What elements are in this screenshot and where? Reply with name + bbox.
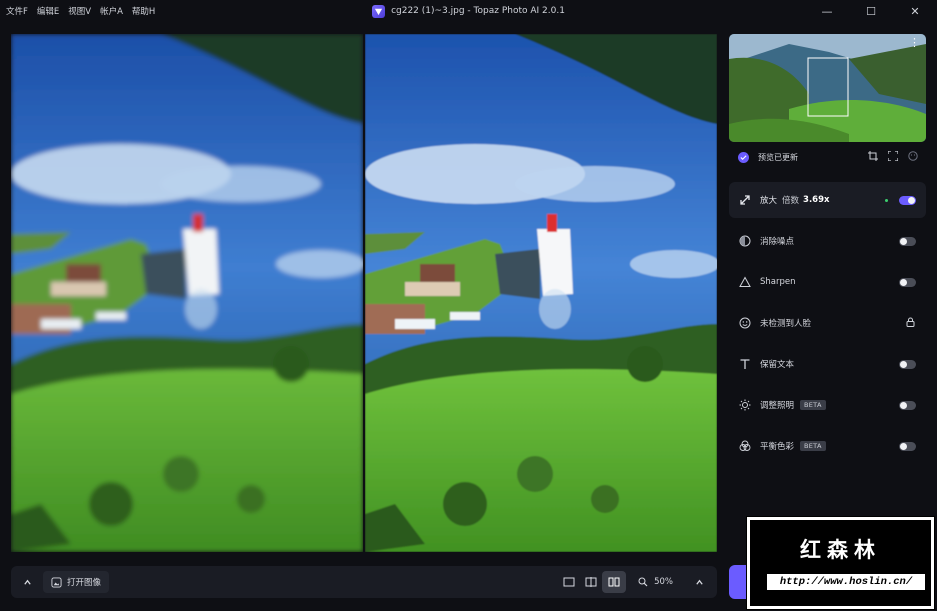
status-dot <box>885 198 888 202</box>
preview-image-pane[interactable] <box>365 34 717 552</box>
sharpen-toggle[interactable] <box>899 277 916 287</box>
upscale-label: 放大 <box>760 196 778 206</box>
side-by-side-icon <box>608 577 620 587</box>
tool-label: Sharpen <box>760 277 796 287</box>
tool-row-denoise[interactable]: 消除噪点 <box>729 224 926 258</box>
text-icon <box>738 357 752 371</box>
face-icon <box>738 316 752 330</box>
denoise-icon <box>738 234 752 248</box>
window-controls: — ☐ ✕ <box>805 0 937 22</box>
menu-help[interactable]: 帮助H <box>132 5 155 17</box>
app-logo-icon <box>372 4 386 18</box>
color-balance-icon <box>738 439 752 453</box>
upscale-card[interactable]: 放大 倍数 3.69x <box>729 182 926 218</box>
menu-file[interactable]: 文件F <box>6 5 28 17</box>
single-view-button[interactable] <box>558 571 580 593</box>
window-title-text: cg222 (1)~3.jpg - Topaz Photo AI 2.0.1 <box>391 6 565 16</box>
preview-status-row: 预览已更新 <box>729 140 926 174</box>
preview-image <box>365 34 717 552</box>
watermark-url: http://www.hoslin.cn/ <box>767 574 925 590</box>
navigator-image <box>729 34 926 142</box>
tool-row-color-balance[interactable]: 平衡色彩 BETA <box>729 429 926 463</box>
denoise-toggle[interactable] <box>899 236 916 246</box>
right-panel: ⋮ 预览已更新 放大 倍数 3.69x 消除噪点 Sharpen 未检测到人脸 … <box>729 34 926 554</box>
open-image-button[interactable]: 打开图像 <box>43 571 110 593</box>
chevron-up-icon <box>23 579 31 585</box>
upscale-toggle[interactable] <box>899 195 916 205</box>
beta-badge: BETA <box>800 441 826 451</box>
tool-row-text[interactable]: 保留文本 <box>729 347 926 381</box>
upscale-factor-label: 倍数 <box>782 196 800 206</box>
upscale-factor-value: 3.69x <box>803 195 830 205</box>
open-image-label: 打开图像 <box>67 578 102 588</box>
tool-row-lighting[interactable]: 调整照明 BETA <box>729 388 926 422</box>
collapse-button[interactable] <box>17 571 37 593</box>
face-view-icon[interactable] <box>908 150 918 164</box>
watermark-overlay: 红森林 http://www.hoslin.cn/ <box>746 516 935 610</box>
image-icon <box>51 576 62 588</box>
zoom-options-button[interactable] <box>689 571 709 593</box>
title-bar: 文件F 编辑E 视图V 帐户A 帮助H cg222 (1)~3.jpg - To… <box>0 0 937 22</box>
crop-icon[interactable] <box>868 150 878 164</box>
minimize-button[interactable]: — <box>805 0 849 22</box>
close-button[interactable]: ✕ <box>893 0 937 22</box>
tool-label: 调整照明 <box>760 401 795 411</box>
chevron-up-icon <box>695 579 703 585</box>
lock-icon <box>906 317 915 330</box>
zoom-icon <box>638 577 648 587</box>
tool-label: 未检测到人脸 <box>760 319 812 329</box>
original-image <box>11 34 363 552</box>
single-view-icon <box>563 577 575 587</box>
beta-badge: BETA <box>800 400 826 410</box>
menu-view[interactable]: 视图V <box>68 5 91 17</box>
image-viewer[interactable] <box>11 34 717 552</box>
menu-bar: 文件F 编辑E 视图V 帐户A 帮助H <box>0 5 155 17</box>
maximize-button[interactable]: ☐ <box>849 0 893 22</box>
menu-account[interactable]: 帐户A <box>100 5 123 17</box>
split-view-button[interactable] <box>580 571 602 593</box>
more-options-icon[interactable]: ⋮ <box>909 37 920 48</box>
menu-edit[interactable]: 编辑E <box>37 5 59 17</box>
original-image-pane[interactable] <box>11 34 363 552</box>
fullscreen-icon[interactable] <box>887 149 899 164</box>
tool-label: 平衡色彩 <box>760 442 795 452</box>
sharpen-icon <box>738 275 752 289</box>
zoom-level: 50% <box>654 577 673 587</box>
upscale-arrow-icon <box>738 193 752 207</box>
check-circle-icon <box>738 151 749 163</box>
light-icon <box>738 398 752 412</box>
side-by-side-view-button[interactable] <box>602 571 627 593</box>
text-toggle[interactable] <box>899 359 916 369</box>
tool-label: 保留文本 <box>760 360 795 370</box>
watermark-title: 红森林 <box>800 538 881 562</box>
bottom-toolbar: 打开图像 50% <box>11 566 717 598</box>
zoom-control[interactable]: 50% <box>632 571 679 593</box>
split-view-icon <box>585 577 597 587</box>
navigator-thumbnail[interactable]: ⋮ <box>729 34 926 142</box>
upscale-row: 放大 倍数 3.69x <box>729 183 926 217</box>
color-balance-toggle[interactable] <box>899 441 916 451</box>
lighting-toggle[interactable] <box>899 400 916 410</box>
tool-row-face: 未检测到人脸 <box>729 306 926 340</box>
preview-status-text: 预览已更新 <box>758 152 798 162</box>
tool-label: 消除噪点 <box>760 237 795 247</box>
tool-row-sharpen[interactable]: Sharpen <box>729 265 926 299</box>
